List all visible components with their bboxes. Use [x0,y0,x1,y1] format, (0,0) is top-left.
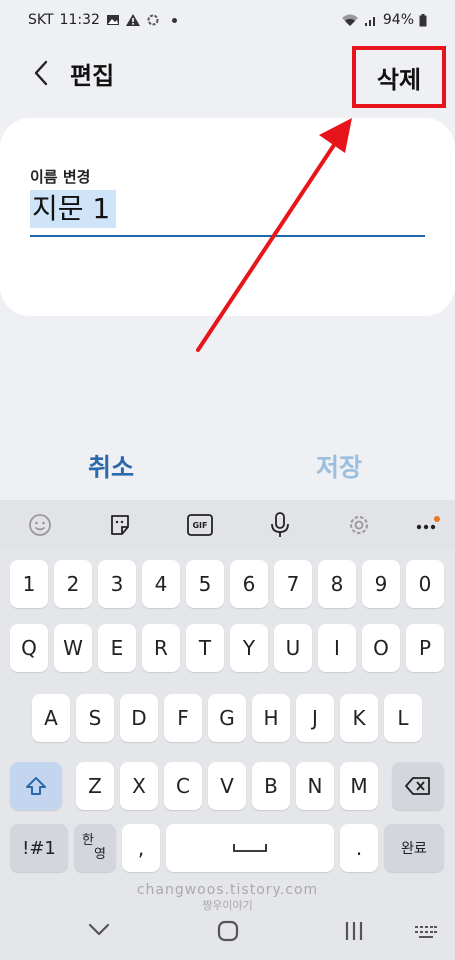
sticker-icon[interactable] [107,512,133,538]
key-t[interactable]: T [186,624,224,672]
key-v[interactable]: V [208,762,246,810]
nav-home-button[interactable] [217,920,239,946]
key-i[interactable]: I [318,624,356,672]
key-r[interactable]: R [142,624,180,672]
emoji-icon[interactable] [27,512,53,538]
key-2[interactable]: 2 [54,560,92,608]
lang-bottom-label: 영 [94,847,106,862]
keyboard-icon [415,926,437,938]
app-header: 편집 삭제 [0,42,455,108]
key-y[interactable]: Y [230,624,268,672]
warning-icon [125,14,140,26]
key-o[interactable]: O [362,624,400,672]
signal-icon [364,16,375,26]
home-icon [217,920,239,942]
page-title: 편집 [70,62,115,90]
key-k[interactable]: K [340,694,378,742]
key-a[interactable]: A [32,694,70,742]
key-5[interactable]: 5 [186,560,224,608]
nav-recents-button[interactable] [344,920,364,946]
key-c[interactable]: C [164,762,202,810]
gif-label: GIF [192,520,208,530]
key-l[interactable]: L [384,694,422,742]
number-row: 1 2 3 4 5 6 7 8 9 0 [0,560,455,610]
key-3[interactable]: 3 [98,560,136,608]
space-key[interactable] [166,824,334,872]
language-toggle-key[interactable]: 한 영 [74,824,116,872]
key-h[interactable]: H [252,694,290,742]
backspace-key[interactable] [392,762,444,810]
battery-icon [419,13,427,26]
key-0[interactable]: 0 [406,560,444,608]
notification-dot-icon [171,17,177,23]
key-q[interactable]: Q [10,624,48,672]
key-w[interactable]: W [54,624,92,672]
shift-key[interactable] [10,762,62,810]
input-underline [30,235,425,237]
key-9[interactable]: 9 [362,560,400,608]
key-e[interactable]: E [98,624,136,672]
sync-icon [147,14,159,26]
comma-key[interactable]: , [122,824,160,872]
keyboard-toolbar: GIF [0,500,455,550]
period-key[interactable]: . [340,824,378,872]
key-d[interactable]: D [120,694,158,742]
key-m[interactable]: M [340,762,378,810]
key-7[interactable]: 7 [274,560,312,608]
symbols-key[interactable]: !#1 [10,824,68,872]
status-bar: SKT 11:32 94% [0,0,455,40]
recents-icon [345,922,363,940]
battery-percent: 94% [382,12,414,28]
zxcv-row: Z X C V B N M [0,762,455,812]
delete-button[interactable]: 삭제 [377,60,421,95]
key-n[interactable]: N [296,762,334,810]
key-g[interactable]: G [208,694,246,742]
key-j[interactable]: J [296,694,334,742]
more-icon[interactable] [415,512,441,538]
chevron-left-icon [34,60,48,86]
key-p[interactable]: P [406,624,444,672]
lang-top-label: 한 [82,833,94,848]
key-s[interactable]: S [76,694,114,742]
keyboard-hide-button[interactable] [414,924,438,944]
dialog-actions: 취소 저장 [0,440,455,490]
chevron-down-icon [88,923,110,936]
clock: 11:32 [59,12,100,28]
nav-back-button[interactable] [88,922,110,941]
carrier-label: SKT [28,12,54,28]
cancel-button[interactable]: 취소 [88,448,134,484]
rename-input[interactable]: 지문 1 [30,190,117,228]
settings-icon[interactable] [346,512,372,538]
save-button[interactable]: 저장 [316,448,362,484]
key-1[interactable]: 1 [10,560,48,608]
backspace-icon [405,777,430,795]
asdf-row: A S D F G H J K L [0,694,455,744]
image-icon [106,15,119,25]
key-z[interactable]: Z [76,762,114,810]
done-key[interactable]: 완료 [384,824,444,872]
key-6[interactable]: 6 [230,560,268,608]
key-4[interactable]: 4 [142,560,180,608]
watermark-url: changwoos.tistory.com [136,882,319,898]
annotation-highlight-box: 삭제 [352,46,446,108]
space-icon [233,844,267,852]
key-f[interactable]: F [164,694,202,742]
key-8[interactable]: 8 [318,560,356,608]
back-button[interactable] [26,56,56,90]
microphone-icon[interactable] [267,512,293,538]
shift-icon [26,777,46,795]
navigation-bar [0,910,455,960]
qwerty-row: Q W E R T Y U I O P [0,624,455,674]
wifi-icon [341,14,358,26]
rename-field-label: 이름 변경 [30,168,91,186]
rename-card: 이름 변경 지문 1 [0,118,455,316]
gif-icon[interactable]: GIF [187,512,213,538]
bottom-row: !#1 한 영 , . 완료 [0,824,455,874]
key-x[interactable]: X [120,762,158,810]
key-u[interactable]: U [274,624,312,672]
key-b[interactable]: B [252,762,290,810]
